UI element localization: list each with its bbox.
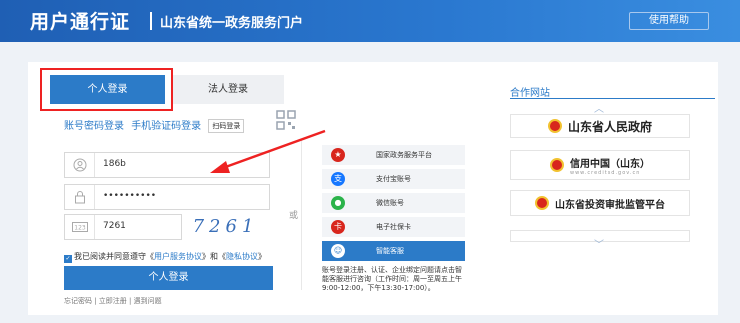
social-security-card-icon: 卡 (331, 220, 345, 234)
captcha-input-value: 7261 (103, 221, 126, 231)
password-value: •••••••••• (103, 191, 157, 201)
site-shandong-government[interactable]: 山东省人民政府 (510, 114, 690, 138)
username-value: 186b (103, 159, 126, 169)
alipay-icon: 支 (331, 172, 345, 186)
header-bar: 用户通行证 山东省统一政务服务门户 使用帮助 (0, 0, 740, 42)
captcha-code-icon: 123 (65, 215, 95, 239)
agree-checkbox[interactable]: ✓ (64, 255, 72, 263)
brand-title: 用户通行证 (30, 11, 131, 33)
password-field[interactable]: •••••••••• (64, 184, 270, 210)
help-button[interactable]: 使用帮助 (629, 12, 709, 30)
national-emblem-icon: ★ (331, 148, 345, 162)
agreement-row: ✓ 我已阅读并同意遵守《用户服务协议》和《隐私协议》 (64, 251, 266, 263)
alt-login-alipay[interactable]: 支 支付宝账号 (322, 169, 465, 189)
cooperation-underline (510, 98, 715, 99)
alt-login-social-security[interactable]: 卡 电子社保卡 (322, 217, 465, 237)
user-agreement-link[interactable]: 用户服务协议 (154, 252, 202, 261)
wechat-icon: ● (331, 196, 345, 210)
credit-china-emblem-icon (550, 158, 564, 172)
bottom-links[interactable]: 忘记密码 | 立即注册 | 遇到问题 (64, 296, 162, 306)
alt-login-customer-service[interactable]: ☺ 智能客服 (322, 241, 465, 261)
svg-text:123: 123 (74, 225, 86, 232)
subtab-sms-code[interactable]: 手机验证码登录 (131, 121, 201, 132)
annotation-arrow (210, 129, 326, 173)
captcha-image[interactable]: 7261 (183, 213, 268, 241)
lock-icon (65, 185, 95, 209)
tab-legal-login[interactable]: 法人登录 (172, 75, 284, 104)
chevron-up-icon[interactable]: ︿ (594, 100, 604, 115)
annotation-highlight-box (40, 68, 173, 111)
customer-service-icon: ☺ (331, 244, 345, 258)
alt-login-wechat[interactable]: ● 微信账号 (322, 193, 465, 213)
agree-suffix: 》 (258, 252, 266, 261)
investment-emblem-icon (535, 196, 549, 210)
login-button[interactable]: 个人登录 (64, 266, 273, 290)
or-separator: 或 (289, 211, 299, 221)
captcha-input[interactable]: 123 7261 (64, 214, 182, 240)
chevron-down-icon[interactable]: ﹀ (594, 236, 604, 251)
service-note: 账号登录注册、认证、企业绑定问题请点击智能客服进行咨询（工作时间：周一至周五上午… (322, 266, 462, 292)
cooperation-title: 合作网站 (510, 88, 550, 99)
header-divider (150, 12, 152, 30)
site-investment-approval-platform[interactable]: 山东省投资审批监管平台 (510, 190, 690, 216)
government-emblem-icon (547, 119, 562, 133)
subtab-account-password[interactable]: 账号密码登录 (64, 121, 124, 132)
user-icon (65, 153, 95, 177)
third-party-login-list: ★ 国家政务服务平台 支 支付宝账号 ● 微信账号 卡 电子社保卡 ☺ 智能客服 (322, 145, 465, 265)
agree-mid: 》和《 (202, 252, 226, 261)
portal-name: 山东省统一政务服务门户 (160, 16, 304, 31)
site-credit-china-shandong[interactable]: 信用中国（山东） www.creditsd.gov.cn (510, 150, 690, 180)
agree-prefix: 我已阅读并同意遵守《 (74, 252, 154, 261)
alt-login-national-platform[interactable]: ★ 国家政务服务平台 (322, 145, 465, 165)
privacy-agreement-link[interactable]: 隐私协议 (226, 252, 258, 261)
